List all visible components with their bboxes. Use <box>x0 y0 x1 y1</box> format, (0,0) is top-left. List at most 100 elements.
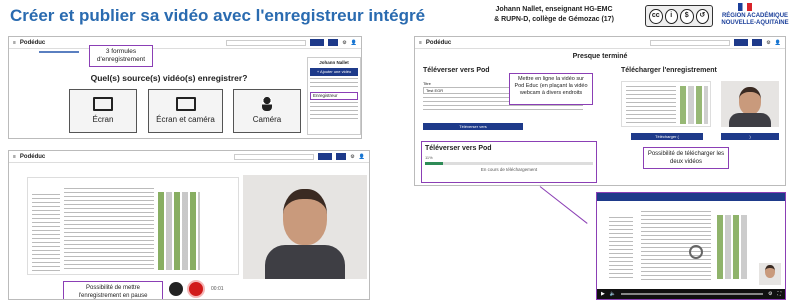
gear-icon[interactable]: ⚙ <box>342 40 346 46</box>
dropdown-username: Johann Nallet <box>319 60 349 65</box>
menu-icon-2[interactable]: ≡ <box>13 154 16 160</box>
upload-section-title: Téléverser vers Pod <box>423 67 490 74</box>
gear-icon-3[interactable]: ⚙ <box>766 40 770 46</box>
thumb-face <box>739 87 761 115</box>
add-video-button[interactable] <box>310 39 324 46</box>
podeduc-topbar-3: ≡ Podéduc ⚙ 👤 <box>415 37 785 49</box>
sa-icon: ↺ <box>695 8 709 24</box>
user-icon-3[interactable]: 👤 <box>775 40 781 46</box>
dropdown-more-links <box>310 102 358 122</box>
menu-icon[interactable]: ≡ <box>13 40 16 46</box>
thumb-text <box>626 86 676 124</box>
webcam-recording-thumbnail <box>721 81 779 127</box>
recorded-screen-preview <box>27 177 239 275</box>
my-videos-button[interactable] <box>327 39 339 46</box>
flow-arrow <box>539 186 588 224</box>
presenter-face <box>283 189 327 245</box>
credit-line-1: Johann Nallet, enseignant HG-EMC <box>495 6 613 13</box>
my-videos-button-3[interactable] <box>751 39 763 46</box>
play-icon[interactable]: ▶ <box>601 291 605 297</box>
webcam-overlay <box>759 263 781 285</box>
user-icon[interactable]: 👤 <box>351 40 357 46</box>
recording-screenshot: ≡ Podéduc ⚙ 👤 Possibilité de mettre l'en… <box>8 150 370 300</box>
thumb-shoulders <box>729 113 771 127</box>
user-dropdown: Johann Nallet + Ajouter une vidéo Enregi… <box>307 57 361 135</box>
dropdown-add-video-button[interactable]: + Ajouter une vidéo <box>310 68 358 76</box>
dropdown-recorder-link[interactable]: Enregistreur <box>310 92 358 100</box>
webcam-preview <box>243 175 367 279</box>
download-section-title: Télécharger l'enregistrement <box>621 67 717 74</box>
upload-progress-fill <box>425 162 444 165</box>
cursor-highlight-icon <box>689 245 703 259</box>
upload-percent: 11% <box>425 155 433 160</box>
source-selection-screenshot: ≡ Podéduc ⚙ 👤 Quel(s) source(s) vidéo(s)… <box>8 36 362 139</box>
screen-source-label: Écran <box>92 115 114 124</box>
podeduc-logo[interactable]: Podéduc <box>20 40 45 46</box>
fullscreen-icon[interactable]: ⛶ <box>777 291 781 297</box>
region-line-1: RÉGION ACADÉMIQUE <box>721 13 789 19</box>
thumb-grid <box>680 86 708 124</box>
screen-camera-source-label: Écran et caméra <box>156 115 215 124</box>
author-credits: Johann Nallet, enseignant HG-EMC & RUPN-… <box>470 5 638 25</box>
search-input[interactable] <box>226 39 307 46</box>
breadcrumb[interactable] <box>39 51 79 53</box>
nc-icon: $ <box>680 8 694 24</box>
upload-screenshot: ≡ Podéduc ⚙ 👤 Presque terminé Téléverser… <box>414 36 786 186</box>
presenter-shoulders <box>265 245 345 279</box>
volume-icon[interactable]: 🔈 <box>610 291 616 297</box>
upload-progress-track <box>425 162 593 165</box>
screen-camera-icon <box>175 97 196 111</box>
search-input-2[interactable] <box>234 153 315 160</box>
gear-icon-2[interactable]: ⚙ <box>350 154 354 160</box>
upload-to-pod-button[interactable]: Téléverser vers <box>423 123 523 130</box>
screen-camera-source-button[interactable]: Écran et caméra <box>148 89 223 133</box>
download-webcam-button[interactable]: ) <box>721 133 779 140</box>
preview-sidebar <box>32 194 60 272</box>
player-header <box>597 193 785 201</box>
almost-done-heading: Presque terminé <box>572 53 628 60</box>
published-video-screenshot: ▶ 🔈 ⚙ ⛶ <box>596 192 786 300</box>
upload-webcam-callout: Mettre en ligne la vidéo sur Pod Educ (e… <box>509 73 593 105</box>
video-controls: ▶ 🔈 ⚙ ⛶ <box>597 289 785 299</box>
title-field-label: Titre <box>423 81 431 86</box>
recording-formulas-callout: 3 formules d'enregistrement <box>89 45 153 67</box>
podeduc-logo-3[interactable]: Podéduc <box>426 40 451 46</box>
podeduc-topbar: ≡ Podéduc ⚙ 👤 <box>9 37 361 49</box>
overlay-face <box>765 265 775 278</box>
screen-recording-thumbnail <box>621 81 711 127</box>
person-icon <box>262 97 272 111</box>
seek-bar[interactable] <box>621 293 763 295</box>
screen-source-button[interactable]: Écran <box>69 89 137 133</box>
pause-button[interactable] <box>169 282 183 296</box>
region-line-2: NOUVELLE-AQUITAINE <box>721 20 789 26</box>
recording-timer: 00:01 <box>211 286 224 292</box>
camera-source-label: Caméra <box>252 115 282 124</box>
download-both-callout: Possibilité de télécharger les deux vidé… <box>643 147 729 169</box>
my-videos-button-2[interactable] <box>335 153 347 160</box>
page-title: Créer et publier sa vidéo avec l'enregis… <box>10 6 426 25</box>
stop-record-button[interactable] <box>187 280 205 298</box>
region-name: RÉGION ACADÉMIQUE NOUVELLE-AQUITAINE <box>718 13 792 27</box>
add-video-button-2[interactable] <box>318 153 332 160</box>
podeduc-topbar-2: ≡ Podéduc ⚙ 👤 <box>9 151 369 163</box>
menu-icon-3[interactable]: ≡ <box>419 40 422 46</box>
settings-icon[interactable]: ⚙ <box>768 291 772 297</box>
title-field[interactable]: Test EGR <box>423 87 523 94</box>
podeduc-logo-2[interactable]: Podéduc <box>20 154 45 160</box>
preview-grid <box>158 192 200 270</box>
source-question: Quel(s) source(s) vidéo(s) enregistrer? <box>90 73 248 83</box>
video-grid <box>717 215 747 279</box>
download-screen-button[interactable]: Télécharger ( <box>631 133 703 140</box>
monitor-icon <box>93 97 113 111</box>
credit-line-2: & RUPN-D, collège de Gémozac (17) <box>494 16 614 23</box>
published-video-frame <box>601 203 783 287</box>
upload-status: En cours de téléchargement <box>480 167 538 172</box>
upload-progress-box: Téléverser vers Pod 11% En cours de télé… <box>421 141 597 183</box>
add-video-button-3[interactable] <box>734 39 748 46</box>
user-icon-2[interactable]: 👤 <box>359 154 365 160</box>
search-input-3[interactable] <box>650 39 731 46</box>
camera-source-button[interactable]: Caméra <box>233 89 301 133</box>
cc-icon: cc <box>649 8 663 24</box>
dropdown-links <box>310 78 358 90</box>
pause-callout: Possibilité de mettre l'enregistrement e… <box>63 281 163 299</box>
